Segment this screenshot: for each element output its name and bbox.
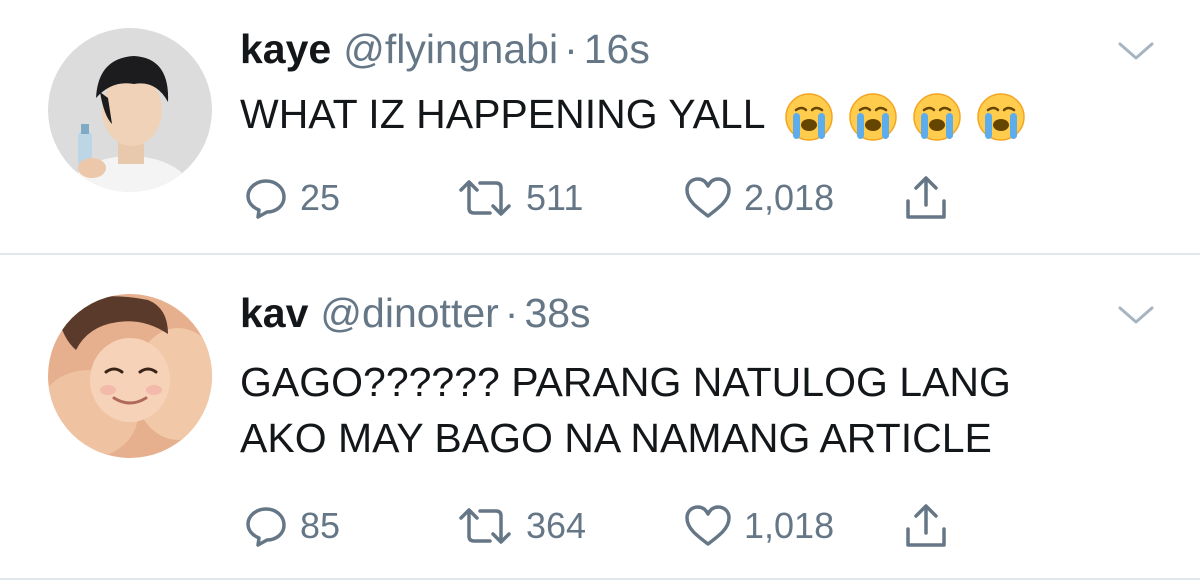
separator-dot: ·: [504, 290, 519, 336]
separator-dot: ·: [564, 26, 578, 72]
retweet-count: 364: [526, 505, 587, 546]
timestamp[interactable]: 16s: [584, 26, 650, 73]
share-button[interactable]: [904, 170, 948, 226]
retweet-icon: [459, 508, 511, 544]
heart-icon: [685, 505, 731, 546]
retweet-button[interactable]: 511: [456, 170, 583, 226]
tweet-header: kaye @flyingnabi · 16s: [240, 26, 650, 82]
tweet-header: kav @dinotter · 38s: [240, 290, 591, 346]
tweet-actions: 25 511 2,018: [244, 170, 1004, 226]
tweet-divider: [0, 578, 1200, 580]
reply-count: 25: [300, 177, 341, 218]
retweet-icon: [459, 180, 511, 216]
user-handle[interactable]: @flyingnabi: [343, 26, 558, 73]
tweet[interactable]: kaye @flyingnabi · 16s WHAT IZ HAPPENING…: [0, 0, 1200, 254]
reply-count: 85: [300, 505, 341, 546]
reply-button[interactable]: 85: [244, 498, 340, 554]
display-name[interactable]: kaye: [240, 26, 331, 73]
tweet-actions: 85 364 1,018: [244, 498, 1004, 554]
retweet-button[interactable]: 364: [456, 498, 586, 554]
tweet-text: GAGO?????? PARANG NATULOG LANG AKO MAY B…: [240, 354, 1011, 466]
user-handle[interactable]: @dinotter: [320, 290, 498, 337]
crying-face-emoji: [848, 93, 897, 141]
like-button[interactable]: 2,018: [684, 170, 834, 226]
tweet-text-line: WHAT IZ HAPPENING YALL: [240, 91, 766, 137]
tweet-divider: [0, 253, 1200, 255]
like-count: 2,018: [744, 177, 835, 218]
tweet-text-line: GAGO?????? PARANG NATULOG LANG: [240, 359, 1011, 405]
avatar-photo: [48, 294, 212, 458]
chevron-down-icon[interactable]: [1116, 40, 1156, 64]
reply-icon: [246, 507, 286, 547]
reply-icon: [246, 179, 286, 219]
share-icon: [906, 504, 946, 547]
tweet-text: WHAT IZ HAPPENING YALL: [240, 86, 1026, 142]
avatar[interactable]: [48, 294, 212, 458]
crying-face-emoji: [976, 93, 1025, 141]
emoji-group: [784, 92, 1026, 142]
share-button[interactable]: [904, 498, 948, 554]
like-button[interactable]: 1,018: [684, 498, 834, 554]
tweet-text-line: AKO MAY BAGO NA NAMANG ARTICLE: [240, 415, 992, 461]
tweet[interactable]: kav @dinotter · 38s GAGO?????? PARANG NA…: [0, 256, 1200, 578]
retweet-count: 511: [526, 177, 584, 218]
heart-icon: [685, 177, 731, 218]
reply-button[interactable]: 25: [244, 170, 340, 226]
chevron-down-icon[interactable]: [1116, 304, 1156, 328]
timestamp[interactable]: 38s: [524, 290, 590, 337]
crying-face-emoji: [912, 93, 961, 141]
like-count: 1,018: [744, 505, 835, 546]
share-icon: [906, 176, 946, 219]
display-name[interactable]: kav: [240, 290, 308, 337]
crying-face-emoji: [784, 93, 833, 141]
avatar-photo: [48, 28, 212, 192]
avatar[interactable]: [48, 28, 212, 192]
